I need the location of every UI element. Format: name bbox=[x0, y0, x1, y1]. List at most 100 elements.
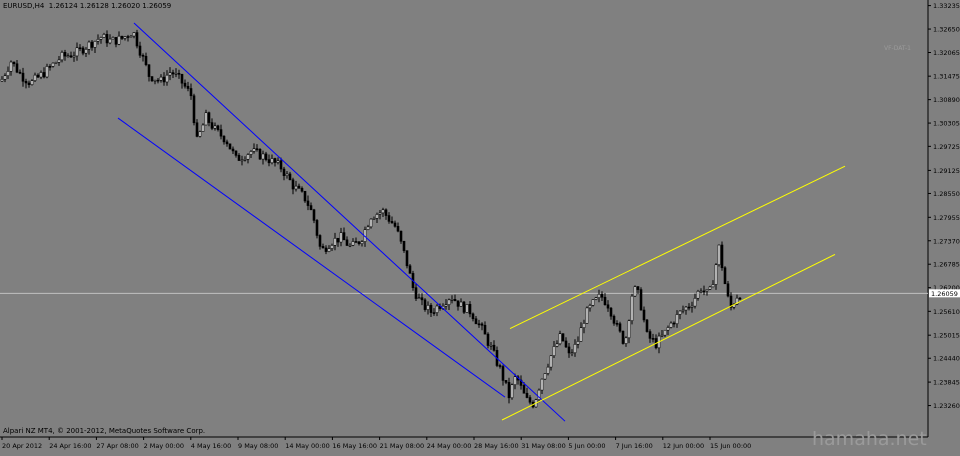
candle-body bbox=[642, 309, 646, 321]
candle-body bbox=[126, 36, 130, 38]
current-price-label: 1.26059 bbox=[931, 290, 958, 298]
candle-body bbox=[684, 306, 688, 311]
candle-body bbox=[468, 304, 472, 315]
candle-body bbox=[93, 40, 97, 48]
x-tick-label: 9 May 08:00 bbox=[238, 442, 278, 450]
candle-body bbox=[162, 76, 166, 83]
candle-body bbox=[429, 304, 433, 313]
candle-body bbox=[84, 48, 88, 54]
candle-body bbox=[60, 51, 64, 61]
candle-body bbox=[417, 297, 421, 299]
candle-body bbox=[693, 297, 697, 307]
candle-body bbox=[738, 297, 742, 300]
candle-body bbox=[564, 340, 568, 348]
candle-body bbox=[627, 320, 631, 339]
candle-body bbox=[414, 287, 418, 299]
x-tick-label: 5 Jun 00:00 bbox=[568, 442, 605, 450]
candle-body bbox=[45, 66, 49, 78]
y-tick-label: 1.32650 bbox=[933, 26, 960, 34]
candle-body bbox=[318, 235, 322, 247]
candle-body bbox=[0, 78, 4, 82]
candle-body bbox=[711, 284, 715, 288]
candle-body bbox=[474, 318, 478, 325]
candle-body bbox=[459, 301, 463, 307]
candle-body bbox=[24, 80, 28, 84]
x-tick-label: 14 May 00:00 bbox=[285, 442, 330, 450]
candle-body bbox=[291, 179, 295, 190]
chart-window: 1.33235 1.32650 1.32065 1.31475 1.30890 1.303… bbox=[0, 0, 960, 452]
candle-body bbox=[189, 88, 193, 97]
candle-body bbox=[135, 32, 139, 47]
x-tick-label: 15 Jun 00:00 bbox=[710, 442, 751, 450]
x-tick-label: 16 May 16:00 bbox=[332, 442, 377, 450]
candle-body bbox=[210, 122, 214, 129]
candle-body bbox=[480, 323, 484, 326]
candle-body bbox=[204, 112, 208, 126]
candle-body bbox=[342, 232, 346, 241]
candle-body bbox=[708, 286, 712, 290]
x-tick-label: 21 May 08:00 bbox=[380, 442, 425, 450]
candle-body bbox=[507, 382, 511, 399]
candle-body bbox=[249, 151, 253, 155]
candle-body bbox=[612, 315, 616, 324]
candle-body bbox=[369, 218, 373, 228]
candle-body bbox=[486, 333, 490, 346]
candle-body bbox=[99, 37, 103, 40]
candle-body bbox=[375, 214, 379, 219]
candle-body bbox=[669, 322, 673, 328]
candle-body bbox=[456, 300, 460, 307]
candle-body bbox=[660, 334, 664, 337]
candle-body bbox=[384, 209, 388, 216]
candle-body bbox=[504, 380, 508, 383]
y-tick-label: 1.31475 bbox=[933, 73, 960, 81]
candle-body bbox=[183, 82, 187, 87]
candle-body bbox=[237, 155, 241, 161]
candle-body bbox=[21, 72, 25, 82]
candle-body bbox=[306, 200, 310, 206]
candle-body bbox=[492, 344, 496, 351]
candle-body bbox=[402, 240, 406, 251]
candle-body bbox=[606, 304, 610, 309]
candle-body bbox=[3, 75, 7, 80]
candle-body bbox=[378, 212, 382, 215]
candle-body bbox=[600, 293, 604, 298]
candle-body bbox=[282, 168, 286, 176]
candle-body bbox=[483, 324, 487, 335]
broker-label: Alpari NZ MT4, © 2001-2012, MetaQuotes S… bbox=[3, 427, 206, 435]
y-tick-label: 1.28550 bbox=[933, 190, 960, 198]
candle-body bbox=[159, 76, 163, 81]
candle-body bbox=[303, 190, 307, 202]
candle-body bbox=[69, 55, 73, 58]
candle-body bbox=[381, 209, 385, 214]
candle-body bbox=[81, 47, 85, 54]
x-tick-label: 2 May 00:00 bbox=[144, 442, 184, 450]
candle-body bbox=[498, 365, 502, 367]
candle-body bbox=[132, 32, 136, 37]
candle-body bbox=[66, 55, 70, 58]
candle-body bbox=[396, 226, 400, 232]
candle-body bbox=[687, 306, 691, 309]
channel-line bbox=[117, 117, 506, 398]
candle-body bbox=[603, 296, 607, 306]
candle-body bbox=[105, 34, 109, 44]
x-tick-label: 7 Jun 16:00 bbox=[616, 442, 653, 450]
y-tick-label: 1.23260 bbox=[933, 402, 960, 410]
y-tick-label: 1.25015 bbox=[933, 332, 960, 340]
candle-body bbox=[408, 265, 412, 274]
candle-body bbox=[699, 290, 703, 293]
candle-body bbox=[225, 141, 229, 145]
candle-body bbox=[705, 289, 709, 292]
candle-body bbox=[585, 307, 589, 324]
channel-line bbox=[509, 165, 846, 330]
channel-line bbox=[501, 253, 836, 421]
candle-body bbox=[327, 248, 331, 252]
candle-body bbox=[390, 221, 394, 224]
candle-body bbox=[462, 301, 466, 313]
candle-body bbox=[576, 341, 580, 345]
candle-body bbox=[273, 158, 277, 163]
candle-body bbox=[288, 173, 292, 181]
candle-body bbox=[489, 344, 493, 347]
candle-body bbox=[153, 79, 157, 82]
candle-body bbox=[27, 82, 31, 85]
candle-body bbox=[33, 74, 37, 81]
